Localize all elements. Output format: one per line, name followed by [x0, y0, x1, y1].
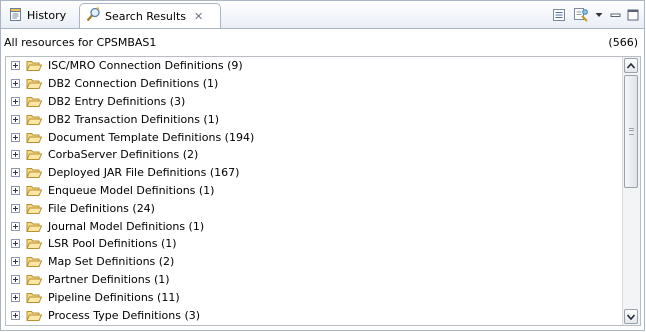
expand-plus-icon[interactable]	[11, 79, 20, 89]
resource-tree[interactable]: ISC/MRO Connection Definitions (9) DB2 Co…	[5, 56, 641, 326]
tree-item[interactable]: Process Type Definitions (3)	[6, 306, 623, 324]
expand-plus-icon[interactable]	[11, 239, 20, 249]
tree-item-label: CorbaServer Definitions (2)	[48, 148, 199, 162]
chevron-up-icon	[627, 62, 635, 69]
expand-plus-icon[interactable]	[11, 203, 20, 213]
tree-item[interactable]: Map Set Definitions (2)	[6, 253, 623, 271]
tree-item-label: Deployed JAR File Definitions (167)	[48, 166, 240, 180]
tree-item[interactable]: DB2 Connection Definitions (1)	[6, 75, 623, 93]
tree-item[interactable]: DB2 Entry Definitions (3)	[6, 93, 623, 111]
tree-item-label: DB2 Connection Definitions (1)	[48, 77, 219, 91]
tree-item-label: DB2 Entry Definitions (3)	[48, 94, 186, 108]
expand-plus-icon[interactable]	[11, 292, 20, 302]
tab-history-label: History	[27, 9, 67, 22]
tree-item-label: Partner Definitions (1)	[48, 272, 170, 286]
scroll-down-button[interactable]	[624, 309, 638, 324]
history-page-icon	[9, 7, 23, 25]
folder-open-icon	[26, 150, 42, 161]
tree-item-label: Process Type Definitions (3)	[48, 308, 201, 322]
tree-item-label: Journal Model Definitions (1)	[48, 219, 205, 233]
folder-open-icon	[26, 114, 42, 125]
expand-plus-icon[interactable]	[11, 168, 20, 178]
expand-plus-icon[interactable]	[11, 132, 20, 142]
resource-count: (566)	[608, 35, 638, 49]
expand-plus-icon[interactable]	[11, 221, 20, 231]
scroll-up-button[interactable]	[624, 58, 638, 73]
tree-item[interactable]: Deployed JAR File Definitions (167)	[6, 164, 623, 182]
folder-open-icon	[26, 239, 42, 250]
tree-rows: ISC/MRO Connection Definitions (9) DB2 Co…	[6, 57, 623, 324]
tree-item-label: Document Template Definitions (194)	[48, 130, 255, 144]
search-results-view: History Search Results ✕ All resources f…	[0, 0, 645, 331]
resource-summary: All resources for CPSMBAS1 (566)	[1, 29, 644, 55]
pin-view-icon[interactable]	[572, 6, 590, 24]
tab-strip: History Search Results ✕	[1, 1, 644, 29]
scroll-thumb[interactable]	[624, 75, 638, 188]
view-toolbar	[550, 6, 640, 24]
tree-item-label: LSR Pool Definitions (1)	[48, 237, 177, 251]
tree-item[interactable]: Enqueue Model Definitions (1)	[6, 182, 623, 200]
resource-summary-label: All resources for CPSMBAS1	[4, 35, 157, 49]
folder-open-icon	[26, 274, 42, 285]
tab-search-results[interactable]: Search Results ✕	[79, 3, 221, 28]
folder-open-icon	[26, 257, 42, 268]
tree-item-label: File Definitions (24)	[48, 201, 155, 215]
tab-history[interactable]: History	[3, 4, 80, 27]
folder-open-icon	[26, 61, 42, 72]
folder-open-icon	[26, 168, 42, 179]
tab-search-results-label: Search Results	[105, 9, 187, 23]
expand-plus-icon[interactable]	[11, 150, 20, 160]
folder-open-icon	[26, 203, 42, 214]
view-menu-icon[interactable]	[594, 6, 604, 24]
expand-plus-icon[interactable]	[11, 310, 20, 320]
search-results-icon	[86, 7, 101, 25]
folder-open-icon	[26, 79, 42, 90]
scroll-grip	[629, 128, 634, 135]
expand-plus-icon[interactable]	[11, 61, 20, 71]
folder-open-icon	[26, 310, 42, 321]
tree-item-label: ISC/MRO Connection Definitions (9)	[48, 59, 243, 73]
tree-item[interactable]: Journal Model Definitions (1)	[6, 217, 623, 235]
chevron-down-icon	[627, 313, 635, 320]
expand-plus-icon[interactable]	[11, 185, 20, 195]
show-list-icon[interactable]	[550, 6, 568, 24]
vertical-scrollbar[interactable]	[622, 57, 640, 325]
expand-plus-icon[interactable]	[11, 257, 20, 267]
folder-open-icon	[26, 132, 42, 143]
tree-item[interactable]: Document Template Definitions (194)	[6, 128, 623, 146]
tree-item[interactable]: File Definitions (24)	[6, 199, 623, 217]
tree-item-label: Pipeline Definitions (11)	[48, 290, 180, 304]
tree-item-label: Map Set Definitions (2)	[48, 255, 175, 269]
tree-item[interactable]: ISC/MRO Connection Definitions (9)	[6, 57, 623, 75]
tree-item-label: Enqueue Model Definitions (1)	[48, 183, 215, 197]
tree-item[interactable]: CorbaServer Definitions (2)	[6, 146, 623, 164]
close-tab-icon[interactable]: ✕	[194, 10, 203, 23]
tree-item[interactable]: DB2 Transaction Definitions (1)	[6, 110, 623, 128]
tree-item[interactable]: Pipeline Definitions (11)	[6, 288, 623, 306]
folder-open-icon	[26, 221, 42, 232]
folder-open-icon	[26, 96, 42, 107]
minimize-icon[interactable]	[608, 6, 622, 24]
expand-plus-icon[interactable]	[11, 274, 20, 284]
folder-open-icon	[26, 185, 42, 196]
tree-item[interactable]: Partner Definitions (1)	[6, 271, 623, 289]
tree-item-label: DB2 Transaction Definitions (1)	[48, 112, 220, 126]
expand-plus-icon[interactable]	[11, 96, 20, 106]
tree-item[interactable]: LSR Pool Definitions (1)	[6, 235, 623, 253]
expand-plus-icon[interactable]	[11, 114, 20, 124]
folder-open-icon	[26, 292, 42, 303]
maximize-icon[interactable]	[626, 6, 640, 24]
